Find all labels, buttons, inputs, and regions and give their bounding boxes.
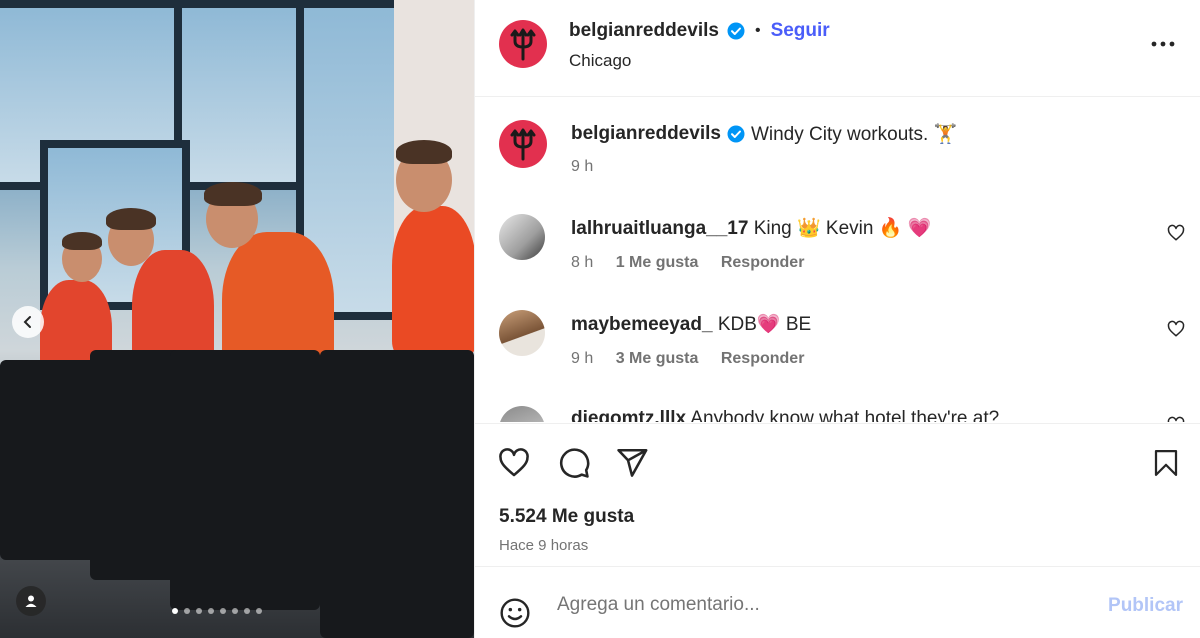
- player-hair: [396, 140, 452, 164]
- comments-list[interactable]: belgianreddevils Windy City workouts. 🏋 …: [475, 98, 1200, 422]
- chevron-left-icon: [23, 316, 31, 328]
- heart-icon: [499, 448, 529, 477]
- post-timestamp: Hace 9 horas: [499, 537, 589, 554]
- commenter-avatar[interactable]: [499, 406, 545, 422]
- carousel-indicator: [172, 608, 262, 614]
- carousel-dot: [232, 608, 238, 614]
- header-title-row: belgianreddevils • Seguir: [569, 20, 830, 42]
- author-avatar[interactable]: [499, 120, 547, 168]
- save-button[interactable]: [1149, 446, 1183, 480]
- comment-username[interactable]: maybemeeyad_: [571, 314, 713, 335]
- reply-button[interactable]: Responder: [721, 254, 805, 271]
- comment-like-icon[interactable]: [1167, 416, 1185, 422]
- commenter-avatar[interactable]: [499, 310, 545, 356]
- author-avatar[interactable]: [499, 20, 547, 68]
- carousel-dot: [172, 608, 178, 614]
- verified-badge-icon: [727, 125, 745, 143]
- share-button[interactable]: [615, 446, 649, 480]
- caption-text: Windy City workouts. 🏋: [750, 124, 958, 145]
- spin-bike: [170, 350, 320, 610]
- carousel-dot: [220, 608, 226, 614]
- player-figure: [392, 206, 474, 356]
- comment-row: diegomtz.lllx Anybody know what hotel th…: [475, 402, 1200, 422]
- carousel-dot: [208, 608, 214, 614]
- comment-row: maybemeeyad_ KDB💗 BE 9 h 3 Me gusta Resp…: [475, 306, 1200, 396]
- player-hair: [204, 182, 262, 206]
- player-hair: [62, 232, 102, 250]
- commenter-avatar[interactable]: [499, 214, 545, 260]
- like-count[interactable]: 5.524 Me gusta: [499, 506, 634, 528]
- player-hair: [106, 208, 156, 230]
- carousel-dot: [256, 608, 262, 614]
- bookmark-icon: [1154, 450, 1178, 476]
- trident-logo-icon: [510, 128, 536, 161]
- comment-likes[interactable]: 1 Me gusta: [616, 254, 699, 271]
- carousel-prev-button[interactable]: [12, 306, 44, 338]
- comment-meta: 8 h 1 Me gusta Responder: [571, 254, 822, 272]
- separator-dot: •: [754, 22, 761, 39]
- gym-window: [174, 0, 304, 190]
- publish-button[interactable]: Publicar: [1108, 595, 1183, 617]
- reply-button[interactable]: Responder: [721, 350, 805, 367]
- comment-age: 8 h: [571, 254, 594, 271]
- comment-text: KDB💗 BE: [717, 314, 812, 335]
- trident-logo-icon: [510, 28, 536, 61]
- comment-composer: Publicar: [475, 566, 1200, 638]
- caption-row: belgianreddevils Windy City workouts. 🏋 …: [475, 98, 1200, 198]
- comment-username[interactable]: lalhruaitluanga__17: [571, 218, 748, 239]
- follow-button[interactable]: Seguir: [771, 20, 830, 42]
- verified-badge-icon: [727, 22, 745, 40]
- send-icon: [617, 448, 648, 477]
- carousel-dot: [196, 608, 202, 614]
- like-button[interactable]: [497, 446, 531, 480]
- comment-button[interactable]: [557, 446, 591, 480]
- emoji-icon[interactable]: [499, 597, 531, 629]
- comment-like-icon[interactable]: [1167, 224, 1185, 242]
- comment-text: Anybody know what hotel they're at?: [690, 408, 1000, 422]
- author-username[interactable]: belgianreddevils: [569, 20, 719, 42]
- spin-bike: [320, 350, 474, 638]
- comment-input[interactable]: [557, 591, 1077, 619]
- caption-username[interactable]: belgianreddevils: [571, 123, 721, 145]
- more-options-icon: [1151, 41, 1175, 47]
- comment-text-row: maybemeeyad_ KDB💗 BE: [571, 312, 811, 336]
- carousel-dot: [244, 608, 250, 614]
- comment-row: lalhruaitluanga__17 King 👑 Kevin 🔥 💗 8 h…: [475, 210, 1200, 300]
- comment-text: King 👑 Kevin 🔥 💗: [753, 218, 932, 239]
- post-location[interactable]: Chicago: [569, 51, 631, 71]
- comment-text-row: lalhruaitluanga__17 King 👑 Kevin 🔥 💗: [571, 216, 931, 240]
- more-options-button[interactable]: [1149, 30, 1177, 58]
- caption-meta: 9 h: [571, 158, 611, 176]
- user-tag-icon: [25, 595, 37, 607]
- comment-text-row: diegomtz.lllx Anybody know what hotel th…: [571, 408, 999, 422]
- post-header: belgianreddevils • Seguir Chicago: [475, 0, 1200, 97]
- comment-username[interactable]: diegomtz.lllx: [571, 408, 686, 422]
- comment-like-icon[interactable]: [1167, 320, 1185, 338]
- caption-text-row: belgianreddevils Windy City workouts. 🏋: [571, 122, 957, 146]
- comment-meta: 9 h 3 Me gusta Responder: [571, 350, 822, 368]
- caption-age: 9 h: [571, 158, 594, 175]
- post-details-panel: belgianreddevils • Seguir Chicago belgia…: [474, 0, 1200, 638]
- carousel-dot: [184, 608, 190, 614]
- comment-age: 9 h: [571, 350, 594, 367]
- comment-icon: [560, 448, 590, 478]
- user-tags-button[interactable]: [16, 586, 46, 616]
- comment-likes[interactable]: 3 Me gusta: [616, 350, 699, 367]
- post-photo[interactable]: [0, 0, 474, 638]
